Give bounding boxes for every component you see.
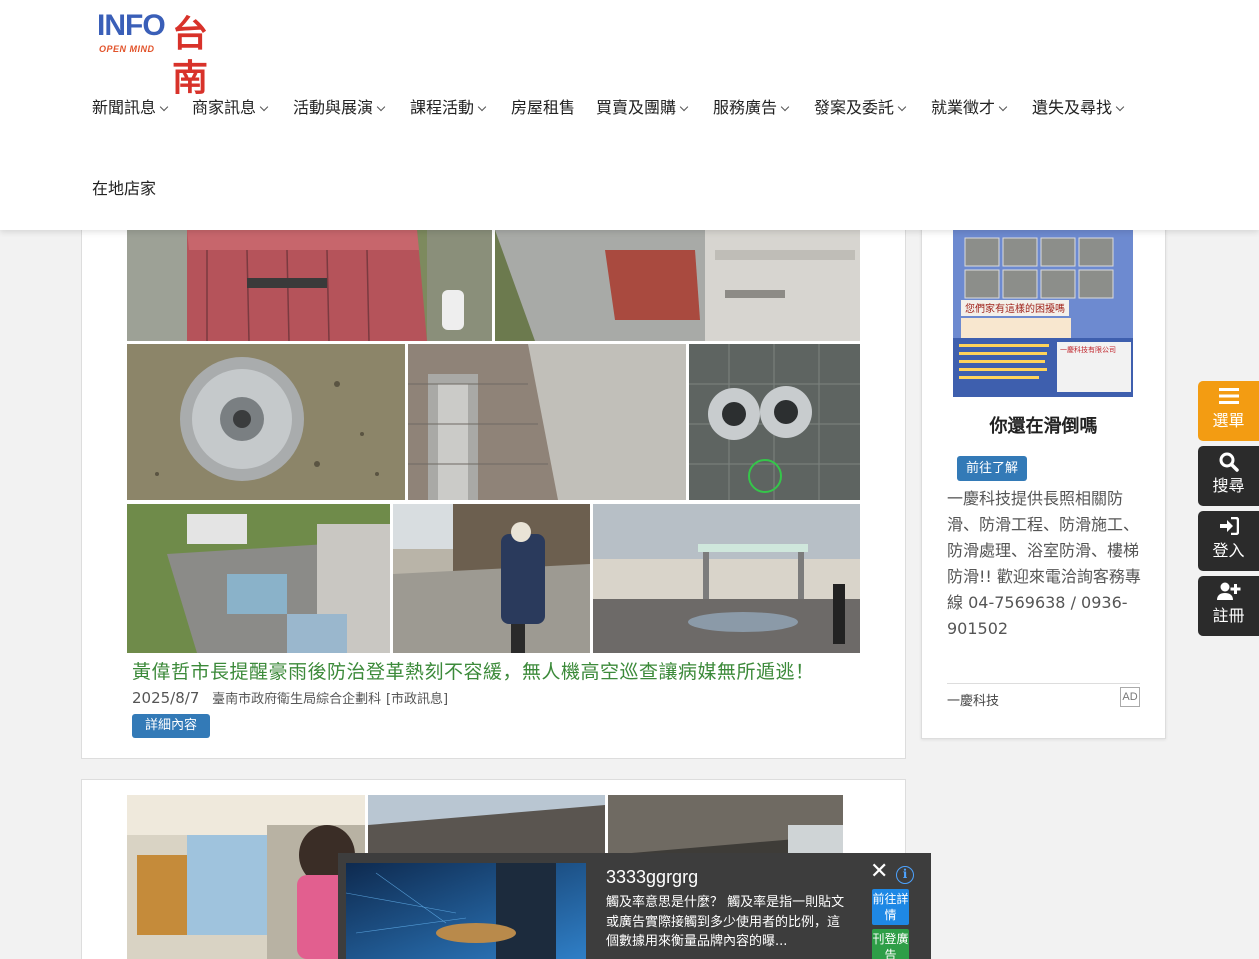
chevron-down-icon [376, 102, 386, 112]
search-icon [1198, 446, 1259, 476]
logo-subtitle: OPEN MIND [99, 44, 155, 54]
menu-icon [1198, 381, 1259, 411]
sidebar-ad-description: 一慶科技提供長照相關防滑、防滑工程、防滑施工、防滑處理、浴室防滑、樓梯防滑!! … [947, 489, 1141, 638]
chevron-down-icon [897, 102, 907, 112]
svg-text:一慶科技有限公司: 一慶科技有限公司 [1060, 345, 1116, 354]
sign-in-icon [1198, 511, 1259, 541]
article-photo[interactable] [393, 504, 590, 653]
article-photo[interactable] [689, 344, 860, 500]
site-logo[interactable]: INFO OPEN MIND 台南 [97, 9, 237, 100]
popup-ad-image[interactable] [346, 863, 586, 959]
article-photo[interactable] [127, 230, 492, 341]
search-button[interactable]: 搜尋 [1198, 446, 1259, 506]
nav-item-news[interactable]: 新聞訊息 [92, 90, 169, 126]
logo-text: INFO [97, 9, 166, 42]
chevron-down-icon [477, 102, 487, 112]
nav-item-jobs[interactable]: 就業徵才 [931, 90, 1008, 126]
article-date: 2025/8/7 [132, 689, 200, 707]
article-photo[interactable] [127, 344, 405, 500]
nav-item-courses[interactable]: 課程活動 [410, 90, 487, 126]
divider [947, 683, 1140, 684]
popup-post-ad-button[interactable]: 刊登廣告 [872, 929, 909, 959]
popup-ad-text: 觸及率意思是什麼？ 觸及率是指一則貼文或廣告實際接觸到多少使用者的比例，這個數據… [606, 895, 845, 949]
chevron-down-icon [998, 102, 1008, 112]
chevron-down-icon [1115, 102, 1125, 112]
chevron-down-icon [259, 102, 269, 112]
logo-city: 台南 [172, 13, 208, 99]
article-meta: 2025/8/7 臺南市政府衛生局綜合企劃科 [市政訊息] [132, 688, 448, 707]
chevron-down-icon [780, 102, 790, 112]
menu-button[interactable]: 選單 [1198, 381, 1259, 441]
article-photo[interactable] [495, 230, 860, 341]
nav-item-projects[interactable]: 發案及委託 [814, 90, 907, 126]
page: INFO OPEN MIND 台南 新聞訊息 商家訊息 活動與展演 課程活動 房… [0, 0, 1259, 959]
chevron-down-icon [679, 102, 689, 112]
article-category[interactable]: [市政訊息] [386, 692, 448, 707]
svg-text:您們家有這樣的困擾嗎: 您們家有這樣的困擾嗎 [965, 302, 1065, 315]
popup-details-button[interactable]: 前往詳情 [872, 889, 909, 925]
user-plus-icon [1198, 576, 1259, 606]
detail-button[interactable]: 詳細內容 [132, 714, 210, 738]
sidebar-ad-title[interactable]: 你還在滑倒嗎 [921, 412, 1166, 438]
article-title[interactable]: 黃偉哲市長提醒豪雨後防治登革熱刻不容緩，無人機高空巡查讓病媒無所遁逃！ [132, 657, 815, 684]
nav-item-events[interactable]: 活動與展演 [293, 90, 386, 126]
article-source: 臺南市政府衛生局綜合企劃科 [212, 692, 382, 707]
site-header: INFO OPEN MIND 台南 新聞訊息 商家訊息 活動與展演 課程活動 房… [0, 0, 1259, 230]
ad-badge: AD [1120, 687, 1140, 707]
article-photo[interactable] [127, 504, 390, 653]
nav-item-service-ads[interactable]: 服務廣告 [713, 90, 790, 126]
learn-more-button[interactable]: 前往了解 [957, 456, 1027, 481]
chevron-down-icon [159, 102, 169, 112]
nav-item-lost-found[interactable]: 遺失及尋找 [1032, 90, 1125, 126]
nav-item-local-shops[interactable]: 在地店家 [92, 171, 156, 207]
nav-item-merchant[interactable]: 商家訊息 [192, 90, 269, 126]
info-icon[interactable]: i [896, 866, 914, 884]
register-button[interactable]: 註冊 [1198, 576, 1259, 636]
article-photo[interactable] [127, 795, 365, 959]
article-photo[interactable] [408, 344, 686, 500]
login-button[interactable]: 登入 [1198, 511, 1259, 571]
popup-ad: 3333ggrgrg 觸及率意思是什麼？ 觸及率是指一則貼文或廣告實際接觸到多少… [338, 853, 931, 959]
close-icon[interactable]: ✕ [870, 861, 888, 883]
nav-item-trading[interactable]: 買賣及團購 [596, 90, 689, 126]
sidebar-ad-image[interactable]: 您們家有這樣的困擾嗎 一慶科技有限公司 [953, 230, 1133, 397]
popup-ad-title[interactable]: 3333ggrgrg [606, 867, 698, 888]
nav-item-housing[interactable]: 房屋租售 [511, 90, 575, 126]
sidebar-ad-sponsor[interactable]: 一慶科技 [947, 690, 999, 709]
article-photo[interactable] [593, 504, 860, 653]
